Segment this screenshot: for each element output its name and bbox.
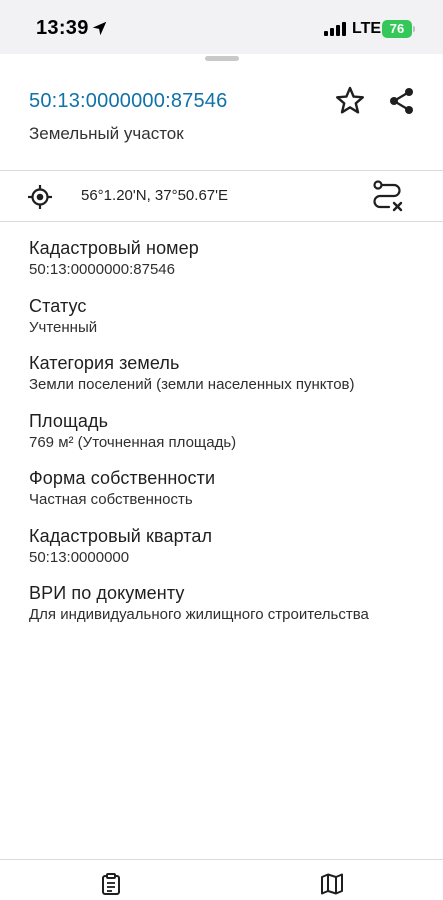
location-arrow-icon <box>92 21 107 36</box>
field-label: Кадастровый номер <box>29 238 199 258</box>
bottom-tab-bar <box>0 860 443 900</box>
battery-indicator: 76 <box>382 20 412 38</box>
field-value: 50:13:0000000 <box>29 548 130 566</box>
parcel-sheet: 50:13:0000000:87546 Земельный участок 56… <box>0 54 443 900</box>
field-value: Для индивидуального жилищного строительс… <box>29 606 369 623</box>
cadastral-number-title[interactable]: 50:13:0000000:87546 <box>29 90 227 113</box>
network-type: LTE <box>352 20 382 37</box>
field-label: Кадастровый квартал <box>29 525 213 546</box>
coordinates-row[interactable]: 56°1.20'N, 37°50.67'E <box>0 171 443 222</box>
field-land-category: Категория земель Земли поселений (земли … <box>29 352 429 410</box>
field-label: Категория земель <box>29 353 180 373</box>
field-label: ВРИ по документу <box>29 583 185 603</box>
star-icon[interactable] <box>334 85 366 117</box>
parcel-type-subtitle: Земельный участок <box>29 124 184 143</box>
parcel-fields: Кадастровый номер 50:13:0000000:87546 Ст… <box>29 237 429 640</box>
status-time: 13:39 <box>36 17 89 39</box>
field-label: Статус <box>29 295 87 316</box>
target-icon[interactable] <box>27 184 53 210</box>
clipboard-icon[interactable] <box>99 872 123 896</box>
status-bar: 13:39 LTE 76 <box>0 0 443 54</box>
field-permitted-use: ВРИ по документу Для индивидуального жил… <box>29 582 429 640</box>
battery-tip <box>413 26 415 32</box>
field-cadastral-quarter: Кадастровый квартал 50:13:0000000 <box>29 525 429 583</box>
share-icon[interactable] <box>387 86 417 116</box>
field-status: Статус Учтенный <box>29 295 429 353</box>
field-label: Площадь <box>29 410 109 431</box>
route-clear-icon[interactable] <box>370 179 404 213</box>
field-area: Площадь 769 м² (Уточненная площадь) <box>29 410 429 468</box>
field-value: Земли поселений (земли населенных пункто… <box>29 376 355 393</box>
map-icon[interactable] <box>320 872 344 896</box>
field-value: 769 м² (Уточненная площадь) <box>29 433 237 451</box>
drag-handle[interactable] <box>205 56 239 61</box>
field-value: Частная собственность <box>29 491 193 508</box>
field-cadastral-number: Кадастровый номер 50:13:0000000:87546 <box>29 237 429 295</box>
signal-icon <box>324 22 346 36</box>
field-value: Учтенный <box>29 318 98 336</box>
coordinates-text[interactable]: 56°1.20'N, 37°50.67'E <box>81 187 228 204</box>
divider-coords <box>0 221 443 222</box>
field-label: Форма собственности <box>29 468 216 488</box>
field-value: 50:13:0000000:87546 <box>29 261 175 278</box>
field-ownership: Форма собственности Частная собственност… <box>29 467 429 525</box>
